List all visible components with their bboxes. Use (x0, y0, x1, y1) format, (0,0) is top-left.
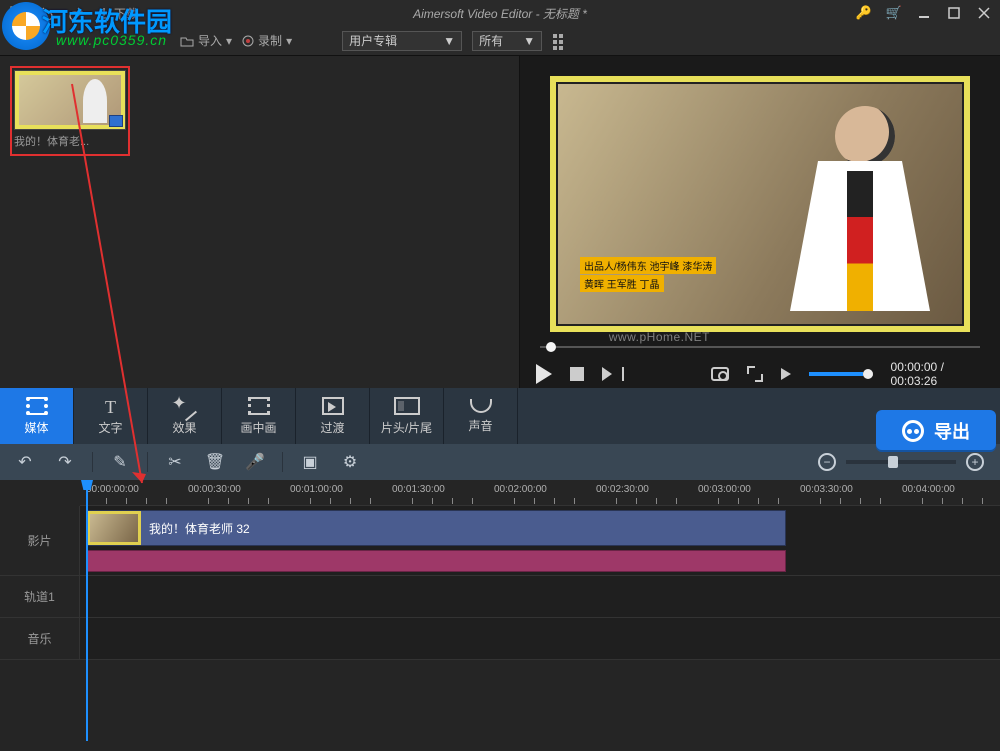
reel-icon (902, 420, 924, 442)
ruler-tick: 00:03:00:00 (698, 484, 751, 495)
zoom-in-button[interactable]: + (966, 453, 984, 471)
editor-tabs: 媒体 文字 效果 画中画 过渡 片头/片尾 声音 (0, 388, 1000, 444)
clip-thumbnail (87, 511, 141, 545)
track-video: 影片 我的！体育老师 32 (0, 506, 1000, 576)
export-button[interactable]: 导出 (876, 410, 996, 452)
seek-thumb[interactable] (546, 342, 556, 352)
clip-label: 我的！体育老师 32 (141, 520, 250, 537)
delete-icon[interactable]: 🗑 (206, 453, 224, 471)
minimize-button[interactable] (916, 5, 932, 21)
ruler-tick: 00:04:00:00 (902, 484, 955, 495)
redo-icon[interactable] (68, 5, 84, 21)
time-display: 00:00:00 / 00:03:26 (891, 360, 984, 388)
timeline: 00:00:00:00 00:00:30:00 00:01:00:00 00:01:3… (0, 480, 1000, 751)
preview-caption-1: 出品人/杨伟东 池宇峰 漆华涛 (580, 257, 716, 274)
titlebar: 下载 Aimersoft Video Editor - 无标题 * 🔑 🛒 (0, 0, 1000, 26)
media-item[interactable]: 我的！体育老... (10, 66, 130, 156)
import-button[interactable]: 导入 ▾ (180, 32, 232, 49)
settings-icon[interactable]: ⚙ (341, 453, 359, 471)
volume-icon[interactable] (781, 368, 791, 380)
fullscreen-button[interactable] (747, 366, 763, 382)
ruler-tick: 00:03:30:00 (800, 484, 853, 495)
step-forward-button[interactable] (602, 367, 612, 381)
stop-button[interactable] (570, 367, 584, 381)
track-extra-1: 轨道1 (0, 576, 1000, 618)
tab-headtail[interactable]: 片头/片尾 (370, 388, 444, 444)
timeline-ruler[interactable]: 00:00:00:00 00:00:30:00 00:01:00:00 00:01:3… (80, 480, 1000, 506)
chevron-down-icon: ▼ (523, 34, 535, 48)
tab-text[interactable]: 文字 (74, 388, 148, 444)
tab-transition[interactable]: 过渡 (296, 388, 370, 444)
ruler-tick: 00:00:00:00 (86, 484, 139, 495)
cart-icon[interactable]: 🛒 (886, 5, 902, 21)
undo-icon[interactable] (38, 5, 54, 21)
zoom-out-button[interactable]: − (818, 453, 836, 471)
edit-icon[interactable]: ✎ (111, 453, 129, 471)
media-item-label: 我的！体育老... (14, 130, 126, 152)
redo-icon[interactable]: ↷ (56, 453, 74, 471)
key-icon[interactable]: 🔑 (856, 5, 872, 21)
chevron-down-icon: ▼ (443, 34, 455, 48)
voiceover-icon[interactable]: 🎤 (246, 453, 264, 471)
ruler-tick: 00:00:30:00 (188, 484, 241, 495)
download-button[interactable]: 下载 (98, 5, 138, 22)
playhead[interactable] (86, 480, 88, 741)
ruler-tick: 00:02:30:00 (596, 484, 649, 495)
maximize-button[interactable] (946, 5, 962, 21)
timeline-toolbar: ↶ ↷ ✎ ✂ 🗑 🎤 ▣ ⚙ − + (0, 444, 1000, 480)
ruler-tick: 00:02:00:00 (494, 484, 547, 495)
window-title: Aimersoft Video Editor - 无标题 * (413, 5, 587, 22)
view-grid-icon[interactable] (552, 33, 568, 49)
video-clip[interactable]: 我的！体育老师 32 (86, 510, 786, 546)
play-button[interactable] (536, 364, 552, 384)
zoom-slider[interactable] (846, 460, 956, 464)
media-thumbnail (14, 70, 126, 130)
volume-slider[interactable] (809, 372, 872, 376)
preview-caption-2: 黄晖 王军胜 丁晶 (580, 275, 664, 292)
crop-icon[interactable]: ▣ (301, 453, 319, 471)
player-controls: 00:00:00 / 00:03:26 (530, 360, 990, 388)
tab-pip[interactable]: 画中画 (222, 388, 296, 444)
seek-bar[interactable] (540, 344, 980, 350)
download-label: 下载 (114, 5, 138, 22)
ruler-tick: 00:01:00:00 (290, 484, 343, 495)
zoom-control: − + (818, 453, 984, 471)
preview-panel: 出品人/杨伟东 池宇峰 漆华涛 黄晖 王军胜 丁晶 00:00:00 / 00:… (520, 56, 1000, 388)
undo-icon[interactable]: ↶ (16, 453, 34, 471)
tab-effect[interactable]: 效果 (148, 388, 222, 444)
audio-clip[interactable] (86, 550, 786, 572)
album-dropdown[interactable]: 用户专辑▼ (342, 31, 462, 51)
tab-audio[interactable]: 声音 (444, 388, 518, 444)
tab-media[interactable]: 媒体 (0, 388, 74, 444)
save-icon[interactable] (8, 5, 24, 21)
snapshot-button[interactable] (711, 367, 729, 381)
media-toolbar: 导入 ▾ 录制 ▾ 用户专辑▼ 所有▼ (0, 26, 1000, 56)
preview-video[interactable]: 出品人/杨伟东 池宇峰 漆华涛 黄晖 王军胜 丁晶 (550, 76, 970, 332)
ruler-tick: 00:01:30:00 (392, 484, 445, 495)
filter-dropdown[interactable]: 所有▼ (472, 31, 542, 51)
close-button[interactable] (976, 5, 992, 21)
track-music: 音乐 (0, 618, 1000, 660)
cut-icon[interactable]: ✂ (166, 453, 184, 471)
media-library-panel: 我的！体育老... (0, 56, 520, 388)
record-button[interactable]: 录制 ▾ (242, 32, 292, 49)
